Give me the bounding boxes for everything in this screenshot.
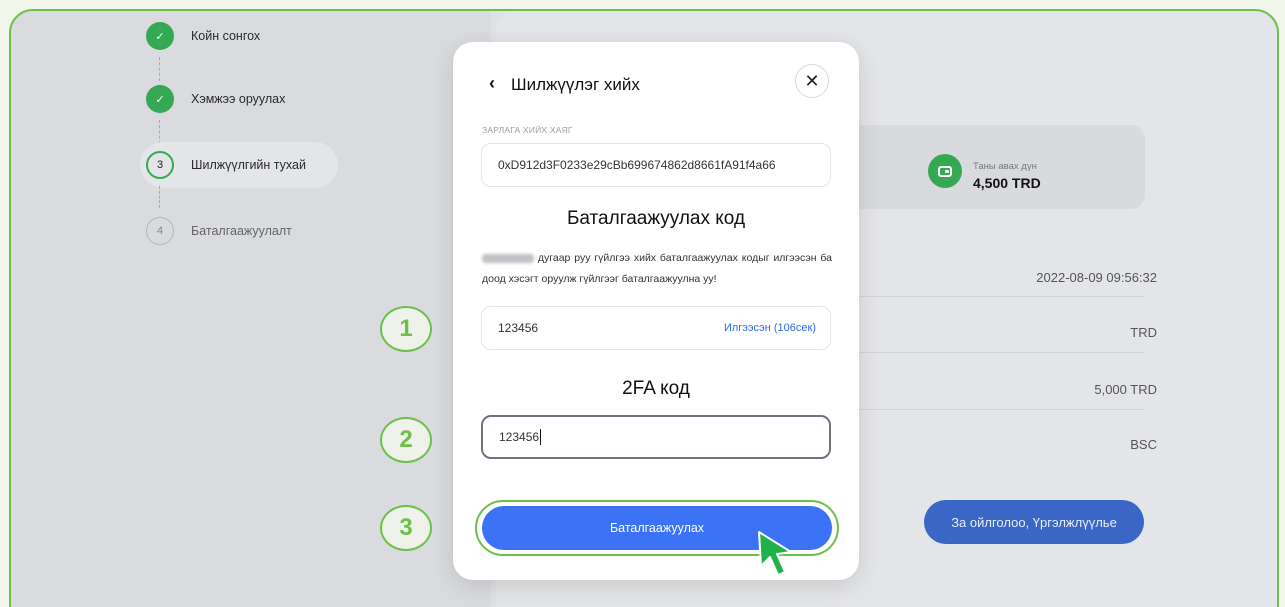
check-icon: ✓ (146, 85, 174, 113)
back-icon[interactable]: ‹ (489, 73, 495, 94)
twofa-value: 123456 (499, 430, 540, 444)
address-field[interactable]: 0xD912d3F0233e29cBb699674862d8661fA91f4a… (481, 143, 831, 187)
receive-value: 4,500 TRD (973, 175, 1041, 191)
step-label: Койн сонгох (191, 29, 261, 43)
code-value: 123456 (498, 321, 539, 335)
cursor-arrow-icon (758, 531, 792, 576)
verification-code-input[interactable]: 123456 Илгээсэн (106сек) (481, 306, 831, 350)
wallet-icon (928, 154, 962, 188)
redacted-phone (482, 253, 534, 263)
continue-button[interactable]: За ойлголоо, Үргэлжлүүлье (924, 500, 1144, 544)
verify-text: дугаар руу гүйлгээ хийх баталгаажуулах к… (482, 252, 832, 285)
callout-badge-3: 3 (380, 505, 432, 551)
step-transfer-info[interactable]: 3 Шилжүүлгийн тухай (140, 142, 338, 188)
address-label: ЗАРЛАГА ХИЙХ ХАЯГ (482, 125, 573, 135)
verify-description: дугаар руу гүйлгээ хийх баталгаажуулах к… (482, 248, 832, 290)
step-connector (159, 120, 160, 144)
callout-badge-1: 1 (380, 306, 432, 352)
step-amount[interactable]: ✓ Хэмжээ оруулах (140, 76, 338, 122)
close-button[interactable]: ✕ (795, 64, 829, 98)
check-icon: ✓ (146, 22, 174, 50)
address-value: 0xD912d3F0233e29cBb699674862d8661fA91f4a… (498, 158, 776, 172)
summary-date: 2022-08-09 09:56:32 (1036, 270, 1157, 285)
step-connector (159, 186, 160, 208)
twofa-heading: 2FA код (622, 378, 690, 399)
text-caret (540, 429, 542, 445)
summary-amount: 5,000 TRD (1094, 382, 1157, 397)
step-label: Хэмжээ оруулах (191, 92, 286, 106)
step-coin-select[interactable]: ✓ Койн сонгох (140, 13, 338, 59)
step-label: Баталгаажуулалт (191, 224, 292, 238)
step-confirmation[interactable]: 4 Баталгаажуулалт (140, 208, 338, 254)
step-label: Шилжүүлгийн тухай (191, 158, 306, 172)
callout-badge-2: 2 (380, 417, 432, 463)
transfer-modal: ‹ Шилжүүлэг хийх ✕ ЗАРЛАГА ХИЙХ ХАЯГ 0xD… (453, 42, 859, 580)
verify-heading: Баталгаажуулах код (566, 208, 746, 229)
close-icon: ✕ (804, 70, 820, 91)
step-number: 4 (146, 217, 174, 245)
resend-link[interactable]: Илгээсэн (106сек) (724, 322, 816, 334)
receive-label: Таны авах дүн (973, 161, 1037, 172)
summary-coin: TRD (1130, 325, 1157, 340)
step-number: 3 (146, 151, 174, 179)
twofa-code-input[interactable]: 123456 (481, 415, 831, 459)
modal-title: Шилжүүлэг хийх (511, 75, 640, 94)
summary-network: BSC (1130, 437, 1157, 452)
